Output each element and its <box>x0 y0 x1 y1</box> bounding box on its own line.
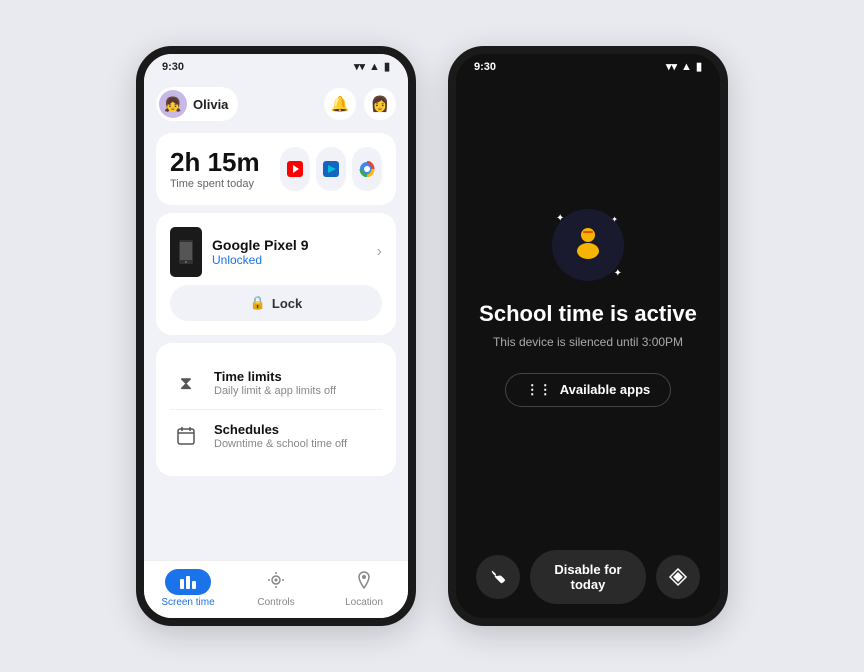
phones-container: 9:30 ▾▾ ▲ ▮ 👧 Olivia 🔔 👩 <box>136 46 728 626</box>
schedules-item[interactable]: Schedules Downtime & school time off <box>170 409 382 462</box>
status-icons-left: ▾▾ ▲ ▮ <box>354 60 390 73</box>
device-status: Unlocked <box>212 253 308 267</box>
school-time-title: School time is active <box>479 301 697 327</box>
status-time-left: 9:30 <box>162 61 184 73</box>
bottom-nav: Screen time Controls Location <box>144 560 408 618</box>
app-icons-row <box>280 147 382 191</box>
app-icon-chrome[interactable] <box>352 147 382 191</box>
time-label: Time spent today <box>170 178 260 190</box>
top-bar: 👧 Olivia 🔔 👩 <box>156 83 396 125</box>
dark-screen: ✦ ✦ ✦ School time is active This device … <box>456 75 720 540</box>
status-bar-right: 9:30 ▾▾ ▲ ▮ <box>456 54 720 75</box>
nav-screen-time[interactable]: Screen time <box>158 569 218 608</box>
screen-time-icon <box>165 569 211 595</box>
device-name: Google Pixel 9 <box>212 237 308 253</box>
sparkle-icon-tl: ✦ <box>556 213 564 224</box>
time-card: 2h 15m Time spent today <box>156 133 396 205</box>
sparkle-icon-tr: ✦ <box>611 215 618 224</box>
chevron-right-icon: › <box>377 243 382 261</box>
sparkle-icon-br: ✦ <box>614 268 622 279</box>
wifi-icon-dark: ▲ <box>681 61 692 73</box>
bell-icon[interactable]: 🔔 <box>324 88 356 120</box>
nav-location[interactable]: Location <box>334 570 394 608</box>
top-icons: 🔔 👩 <box>324 88 396 120</box>
status-time-right: 9:30 <box>474 61 496 73</box>
signal-icon: ▾▾ <box>354 60 365 73</box>
battery-icon-dark: ▮ <box>696 60 702 73</box>
right-phone: 9:30 ▾▾ ▲ ▮ ✦ ✦ ✦ Scho <box>448 46 728 626</box>
wifi-icon: ▲ <box>369 61 380 73</box>
user-avatar-small[interactable]: 👩 <box>364 88 396 120</box>
time-limits-icon: ⧗ <box>170 367 202 399</box>
diamond-icon-button[interactable] <box>656 555 700 599</box>
nav-controls[interactable]: Controls <box>246 570 306 608</box>
schedules-icon <box>170 420 202 452</box>
left-phone: 9:30 ▾▾ ▲ ▮ 👧 Olivia 🔔 👩 <box>136 46 416 626</box>
avatar: 👧 <box>159 90 187 118</box>
phone-call-button[interactable] <box>476 555 520 599</box>
time-limits-item[interactable]: ⧗ Time limits Daily limit & app limits o… <box>170 357 382 409</box>
location-icon <box>354 570 374 595</box>
time-info: 2h 15m Time spent today <box>170 148 260 191</box>
signal-icon-dark: ▾▾ <box>666 60 677 73</box>
light-screen: 👧 Olivia 🔔 👩 2h 15m Time spent today <box>144 75 408 560</box>
time-limits-title: Time limits <box>214 369 336 384</box>
time-limits-text: Time limits Daily limit & app limits off <box>214 369 336 397</box>
device-icon <box>170 227 202 277</box>
user-name: Olivia <box>193 97 228 112</box>
status-icons-right: ▾▾ ▲ ▮ <box>666 60 702 73</box>
controls-icon <box>266 570 286 595</box>
user-avatar-name[interactable]: 👧 Olivia <box>156 87 238 121</box>
lock-button[interactable]: 🔒 Lock <box>170 285 382 321</box>
school-icon-circle: ✦ ✦ ✦ <box>552 209 624 281</box>
disable-for-today-button[interactable]: Disable for today <box>530 550 646 604</box>
schedules-title: Schedules <box>214 422 347 437</box>
device-card[interactable]: Google Pixel 9 Unlocked › 🔒 Lock <box>156 213 396 335</box>
battery-icon: ▮ <box>384 60 390 73</box>
schedules-subtitle: Downtime & school time off <box>214 438 347 450</box>
status-bar-left: 9:30 ▾▾ ▲ ▮ <box>144 54 408 75</box>
available-apps-button[interactable]: ⋮⋮ Available apps <box>505 373 672 407</box>
time-spent: 2h 15m <box>170 148 260 177</box>
school-time-subtitle: This device is silenced until 3:00PM <box>493 335 683 349</box>
app-icon-play[interactable] <box>316 147 346 191</box>
device-info: Google Pixel 9 Unlocked <box>212 237 308 267</box>
time-limits-subtitle: Daily limit & app limits off <box>214 385 336 397</box>
menu-card: ⧗ Time limits Daily limit & app limits o… <box>156 343 396 476</box>
app-icon-youtube[interactable] <box>280 147 310 191</box>
lock-icon: 🔒 <box>250 295 266 311</box>
school-person-icon <box>569 221 607 268</box>
grid-icon: ⋮⋮ <box>526 382 552 398</box>
dark-bottom-bar: Disable for today <box>456 540 720 618</box>
schedules-text: Schedules Downtime & school time off <box>214 422 347 450</box>
